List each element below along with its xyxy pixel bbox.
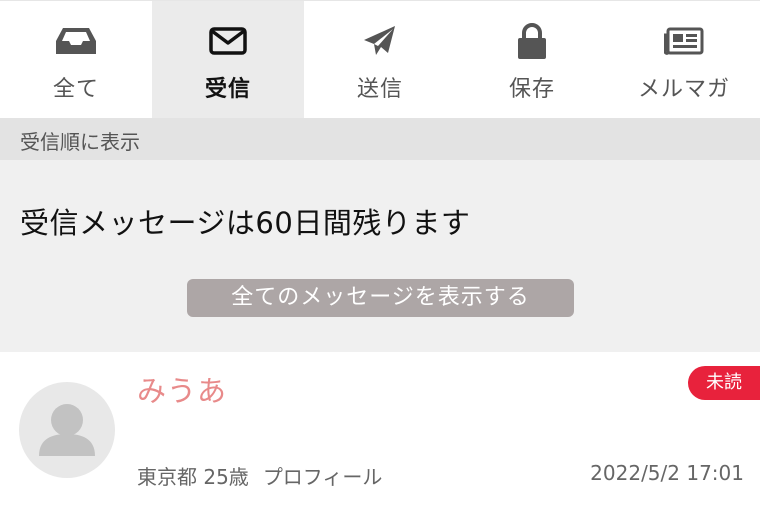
tab-received-label: 受信 [204,77,251,102]
tab-all[interactable]: 全て [0,1,152,119]
tab-saved[interactable]: 保存 [456,1,608,119]
unread-badge: 未読 [688,366,760,400]
newspaper-icon [664,21,704,61]
tab-sent[interactable]: 送信 [304,1,456,119]
sort-order-label: 受信順に表示 [20,130,140,154]
retention-notice: 受信メッセージは60日間残ります 全てのメッセージを表示する [0,160,760,352]
sort-order-bar: 受信順に表示 [0,118,760,160]
profile-link[interactable]: プロフィール [263,465,383,489]
person-silhouette-icon [39,404,95,456]
retention-message: 受信メッセージは60日間残ります [20,206,471,240]
avatar[interactable] [19,382,115,478]
sender-name: みうあ [137,374,228,408]
tab-newsletter-label: メルマガ [637,77,730,102]
sender-location-age: 東京都 25歳 [137,465,249,489]
tab-received[interactable]: 受信 [152,1,304,119]
envelope-icon [209,21,247,61]
show-all-messages-button[interactable]: 全てのメッセージを表示する [187,279,574,317]
lock-icon [517,21,547,61]
message-list-item[interactable]: みうあ 未読 東京都 25歳 プロフィール 2022/5/2 17:01 [0,352,760,505]
inbox-tray-icon [55,21,97,61]
sender-meta: 東京都 25歳 プロフィール [137,461,382,490]
tab-bar: 全て 受信 送信 保存 メルマガ [0,0,760,119]
message-date: 2022/5/2 17:01 [590,461,744,485]
paper-plane-icon [363,21,397,61]
tab-sent-label: 送信 [356,77,403,102]
tab-saved-label: 保存 [508,77,555,102]
tab-all-label: 全て [52,77,99,102]
tab-newsletter[interactable]: メルマガ [608,1,760,119]
